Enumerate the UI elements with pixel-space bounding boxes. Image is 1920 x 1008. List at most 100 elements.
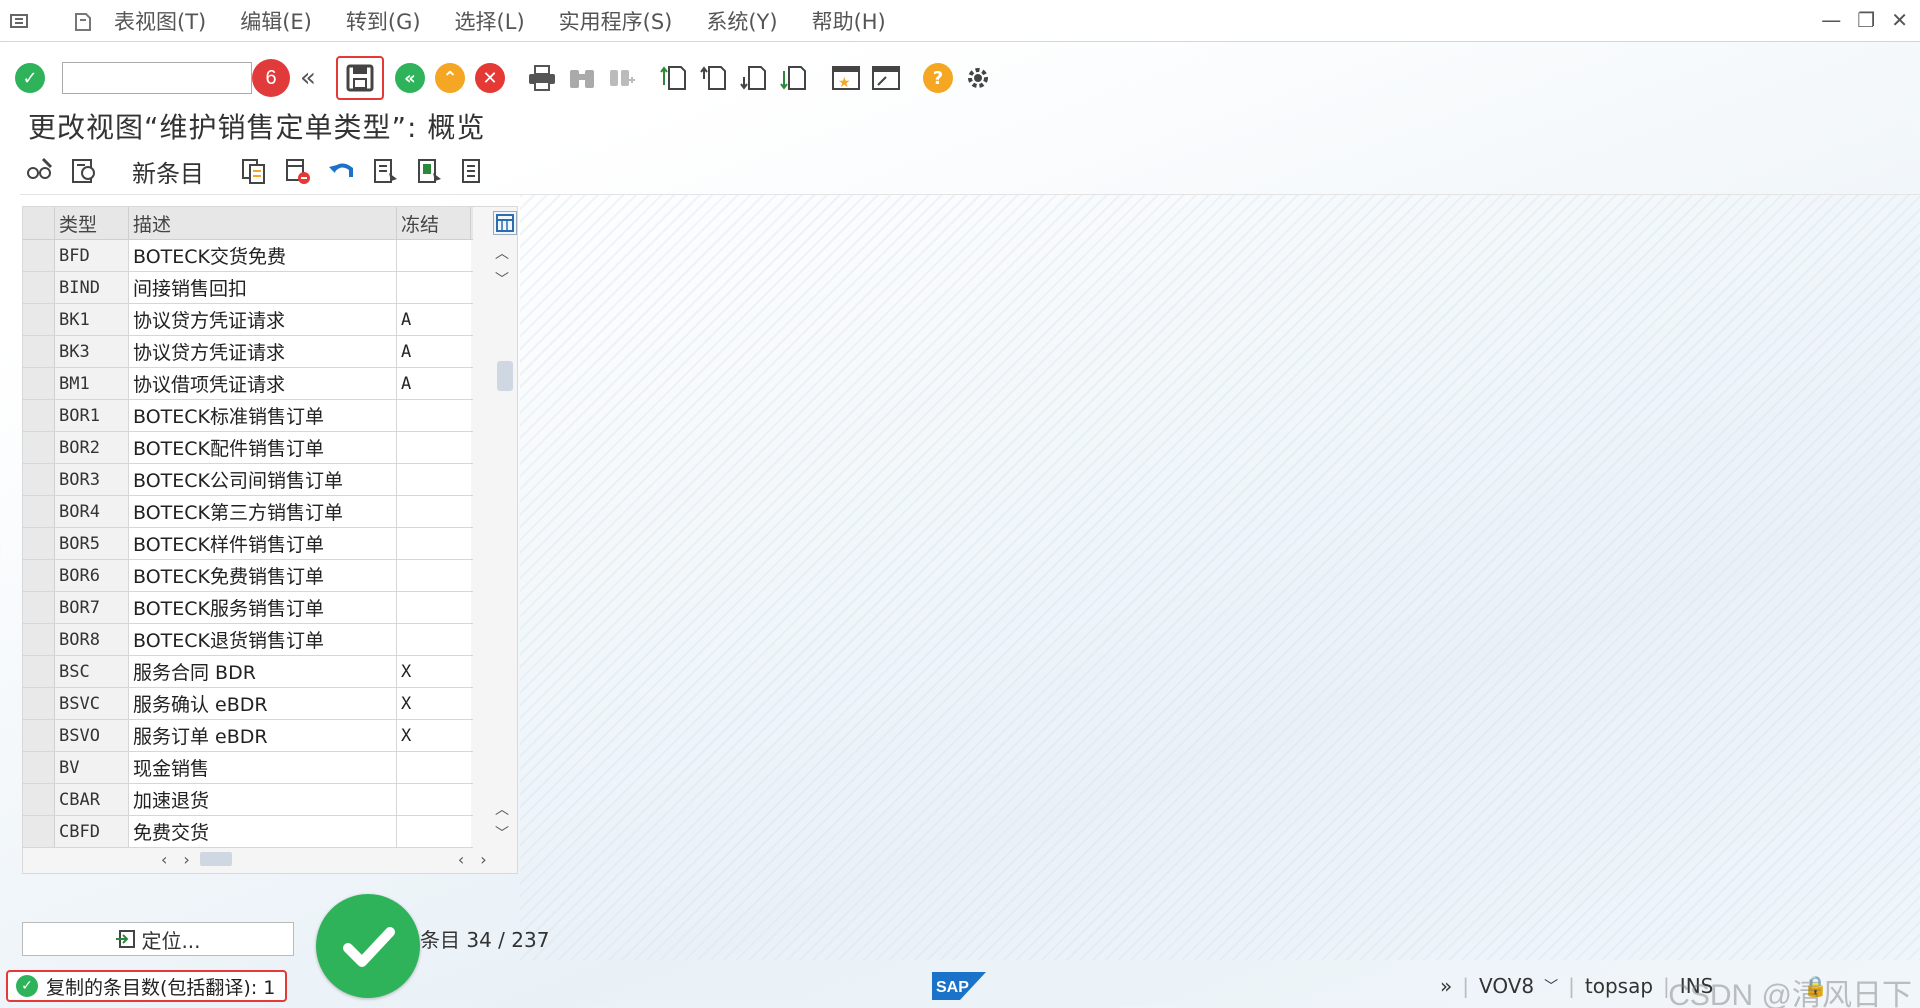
cell-frozen[interactable]: X [397,656,471,687]
cell-description[interactable]: BOTECK公司间销售订单 [129,464,397,495]
save-button[interactable] [336,56,384,100]
row-selector[interactable] [23,656,55,687]
row-selector[interactable] [23,368,55,399]
cell-frozen[interactable] [397,528,471,559]
row-selector[interactable] [23,528,55,559]
help-button[interactable]: ? [920,60,956,96]
menu-edit[interactable]: 编辑(E) [240,6,312,36]
cell-description[interactable]: 服务确认 eBDR [129,688,397,719]
find-next-button[interactable] [604,60,640,96]
menu-selection[interactable]: 选择(L) [455,6,525,36]
scroll-right-2-icon[interactable]: › [480,850,486,869]
scroll-right-icon[interactable]: › [183,850,189,869]
exit-button[interactable]: ⌃ [432,60,468,96]
row-selector[interactable] [23,592,55,623]
row-selector[interactable] [23,816,55,847]
table-row[interactable]: BOR1 BOTECK标准销售订单 [23,400,473,432]
enter-button[interactable]: ✓ [12,60,48,96]
cell-description[interactable]: 加速退货 [129,784,397,815]
cell-frozen[interactable] [397,624,471,655]
row-selector[interactable] [23,240,55,271]
row-selector[interactable] [23,624,55,655]
hscroll-thumb[interactable] [199,852,232,866]
menu-help[interactable]: 帮助(H) [812,6,886,36]
previous-page-button[interactable] [696,60,732,96]
scroll-left-icon[interactable]: ‹ [161,850,167,869]
cell-frozen[interactable] [397,784,471,815]
expand-command-button[interactable]: « [290,60,326,96]
scroll-up-icon[interactable]: ︿ [495,243,509,263]
cell-frozen[interactable] [397,272,471,303]
delete-button[interactable] [278,153,318,189]
expand-status-icon[interactable]: » [1440,974,1452,998]
cell-description[interactable]: BOTECK样件销售订单 [129,528,397,559]
cell-description[interactable]: BOTECK标准销售订单 [129,400,397,431]
cell-description[interactable]: 服务合同 BDR [129,656,397,687]
table-row[interactable]: BIND 间接销售回扣 [23,272,473,304]
table-row[interactable]: BK1 协议贷方凭证请求 A [23,304,473,336]
select-block-button[interactable] [410,153,450,189]
table-row[interactable]: BFD BOTECK交货免费 [23,240,473,272]
row-selector[interactable] [23,784,55,815]
find-button[interactable] [564,60,600,96]
scroll-down-icon[interactable]: ﹀ [495,269,509,289]
cell-description[interactable]: 协议贷方凭证请求 [129,336,397,367]
print-button[interactable] [524,60,560,96]
table-row[interactable]: BOR4 BOTECK第三方销售订单 [23,496,473,528]
table-row[interactable]: BV 现金销售 [23,752,473,784]
column-header-description[interactable]: 描述 [129,207,397,239]
cell-frozen[interactable]: A [397,368,471,399]
scroll-page-down-icon[interactable]: ﹀ [495,823,509,843]
cell-frozen[interactable] [397,464,471,495]
deselect-all-button[interactable] [454,153,494,189]
menu-goto[interactable]: 转到(G) [346,6,421,36]
scroll-thumb[interactable] [497,361,513,391]
table-row[interactable]: BOR5 BOTECK样件销售订单 [23,528,473,560]
cell-description[interactable]: BOTECK第三方销售订单 [129,496,397,527]
cell-frozen[interactable] [397,432,471,463]
other-view-button[interactable] [64,153,104,189]
menu-icon[interactable] [10,12,32,30]
table-row[interactable]: BSC 服务合同 BDR X [23,656,473,688]
row-selector[interactable] [23,336,55,367]
column-header-frozen[interactable]: 冻结 [397,207,471,239]
cell-description[interactable]: 服务订单 eBDR [129,720,397,751]
table-row[interactable]: CBFD 免费交货 [23,816,473,848]
cell-description[interactable]: 现金销售 [129,752,397,783]
select-all-button[interactable] [366,153,406,189]
table-row[interactable]: BOR7 BOTECK服务销售订单 [23,592,473,624]
column-header-type[interactable]: 类型 [55,207,129,239]
table-row[interactable]: BSVO 服务订单 eBDR X [23,720,473,752]
last-page-button[interactable] [776,60,812,96]
back-button[interactable]: « [392,60,428,96]
table-row[interactable]: CBAR 加速退货 [23,784,473,816]
menu-utilities[interactable]: 实用程序(S) [559,6,673,36]
row-selector[interactable] [23,560,55,591]
cell-description[interactable]: BOTECK配件销售订单 [129,432,397,463]
undo-button[interactable] [322,153,362,189]
table-row[interactable]: BOR8 BOTECK退货销售订单 [23,624,473,656]
scroll-page-up-icon[interactable]: ︿ [495,799,509,819]
cell-frozen[interactable] [397,496,471,527]
menu-table-view[interactable]: 表视图(T) [114,6,206,36]
pin-icon[interactable] [72,12,94,31]
first-page-button[interactable] [656,60,692,96]
next-page-button[interactable] [736,60,772,96]
cell-description[interactable]: BOTECK交货免费 [129,240,397,271]
cell-frozen[interactable] [397,240,471,271]
cell-description[interactable]: 免费交货 [129,816,397,847]
display-change-button[interactable] [20,153,60,189]
cell-description[interactable]: BOTECK免费销售订单 [129,560,397,591]
position-button[interactable]: 定位... [22,922,294,956]
row-selector[interactable] [23,464,55,495]
table-row[interactable]: BM1 协议借项凭证请求 A [23,368,473,400]
cell-description[interactable]: BOTECK服务销售订单 [129,592,397,623]
settings-button[interactable] [960,60,996,96]
cell-frozen[interactable] [397,816,471,847]
table-row[interactable]: BOR2 BOTECK配件销售订单 [23,432,473,464]
cell-frozen[interactable] [397,592,471,623]
horizontal-scrollbar[interactable]: ‹ › ‹ › [129,847,509,871]
cell-frozen[interactable]: X [397,688,471,719]
status-message[interactable]: ✓ 复制的条目数(包括翻译): 1 [6,970,288,1002]
table-row[interactable]: BK3 协议贷方凭证请求 A [23,336,473,368]
